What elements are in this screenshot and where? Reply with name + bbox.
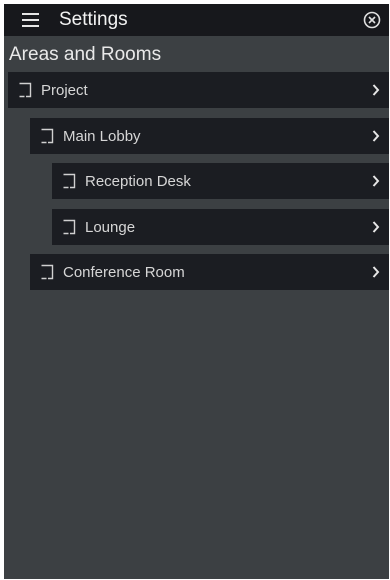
page-title: Settings: [59, 9, 128, 30]
chevron-right-icon: [372, 221, 380, 233]
chevron-right-icon: [372, 84, 380, 96]
room-icon: [63, 173, 76, 189]
tree-item-label: Lounge: [85, 218, 136, 236]
room-icon: [41, 128, 54, 144]
chevron-right-icon: [372, 130, 380, 142]
chevron-right-icon: [372, 175, 380, 187]
chevron-right-icon: [372, 266, 380, 278]
room-icon: [41, 264, 54, 280]
hamburger-menu-icon[interactable]: [22, 13, 39, 27]
top-app-bar: Settings: [4, 4, 389, 36]
tree-item-conference-room[interactable]: Conference Room: [30, 254, 389, 290]
tree-item-main-lobby[interactable]: Main Lobby: [30, 118, 389, 154]
room-icon: [63, 219, 76, 235]
tree-item-label: Conference Room: [63, 263, 185, 281]
tree-item-label: Project: [41, 81, 88, 99]
tree-item-reception-desk[interactable]: Reception Desk: [52, 163, 389, 199]
settings-screen: Settings Areas and Rooms Project Main Lo…: [4, 4, 389, 579]
close-circle-icon[interactable]: [363, 11, 381, 29]
room-icon: [19, 82, 32, 98]
tree-item-label: Main Lobby: [63, 127, 141, 145]
tree-item-label: Reception Desk: [85, 172, 191, 190]
tree-item-lounge[interactable]: Lounge: [52, 209, 389, 245]
section-title: Areas and Rooms: [9, 44, 162, 65]
tree-item-project[interactable]: Project: [8, 72, 389, 108]
